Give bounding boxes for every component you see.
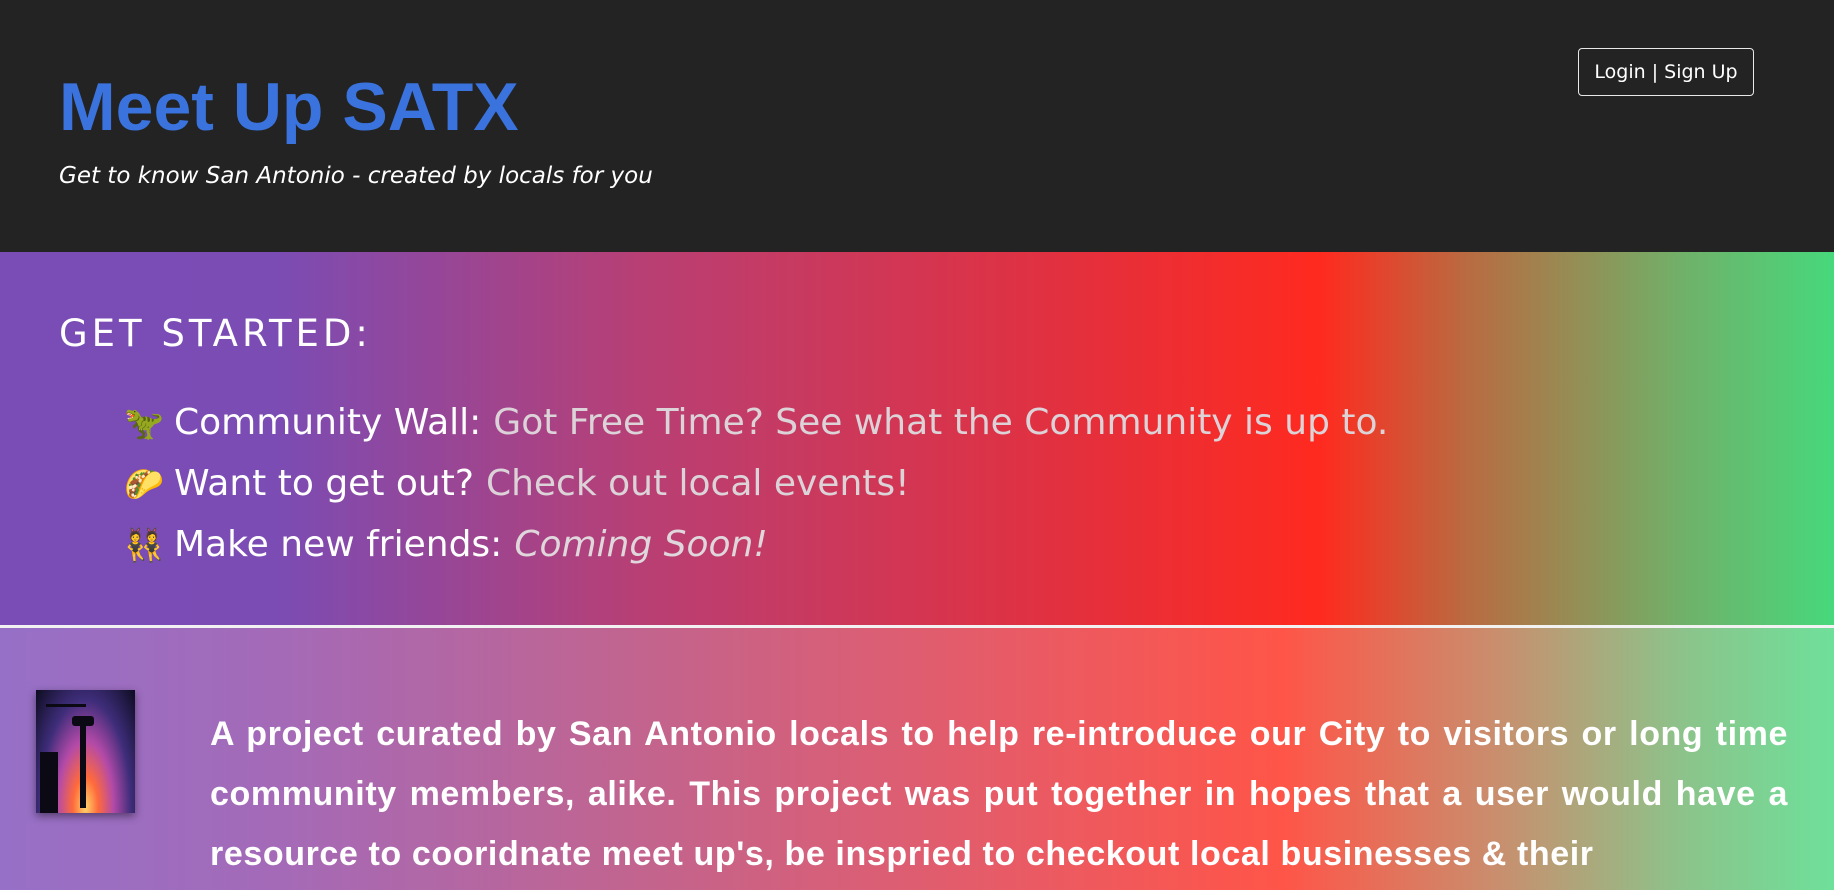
site-header: Meet Up SATX Get to know San Antonio - c… <box>0 0 1834 252</box>
about-description: A project curated by San Antonio locals … <box>210 715 1788 873</box>
site-title[interactable]: Meet Up SATX <box>59 68 519 146</box>
community-wall-link[interactable]: Got Free Time? See what the Community is… <box>493 402 1388 443</box>
about-section: A project curated by San Antonio locals … <box>0 628 1834 890</box>
san-antonio-skyline-photo <box>36 690 135 813</box>
list-item-local-events: 🌮 Want to get out? Check out local event… <box>124 453 1388 514</box>
site-tagline: Get to know San Antonio - created by loc… <box>59 163 653 189</box>
get-started-list: 🦖 Community Wall: Got Free Time? See wha… <box>124 392 1388 575</box>
community-wall-label: Community Wall: <box>174 402 482 443</box>
get-started-section: GET STARTED: 🦖 Community Wall: Got Free … <box>0 252 1834 625</box>
list-item-community-wall: 🦖 Community Wall: Got Free Time? See wha… <box>124 392 1388 453</box>
login-signup-button[interactable]: Login | Sign Up <box>1578 48 1754 96</box>
make-friends-label: Make new friends: <box>174 524 503 565</box>
local-events-link[interactable]: Check out local events! <box>486 463 910 504</box>
local-events-label: Want to get out? <box>174 463 474 504</box>
friends-icon: 👯 <box>124 525 164 564</box>
list-item-make-friends: 👯 Make new friends: Coming Soon! <box>124 514 1388 575</box>
dinosaur-icon: 🦖 <box>124 403 164 442</box>
get-started-heading: GET STARTED: <box>59 312 372 355</box>
coming-soon-text: Coming Soon! <box>514 524 768 565</box>
taco-icon: 🌮 <box>124 464 164 503</box>
